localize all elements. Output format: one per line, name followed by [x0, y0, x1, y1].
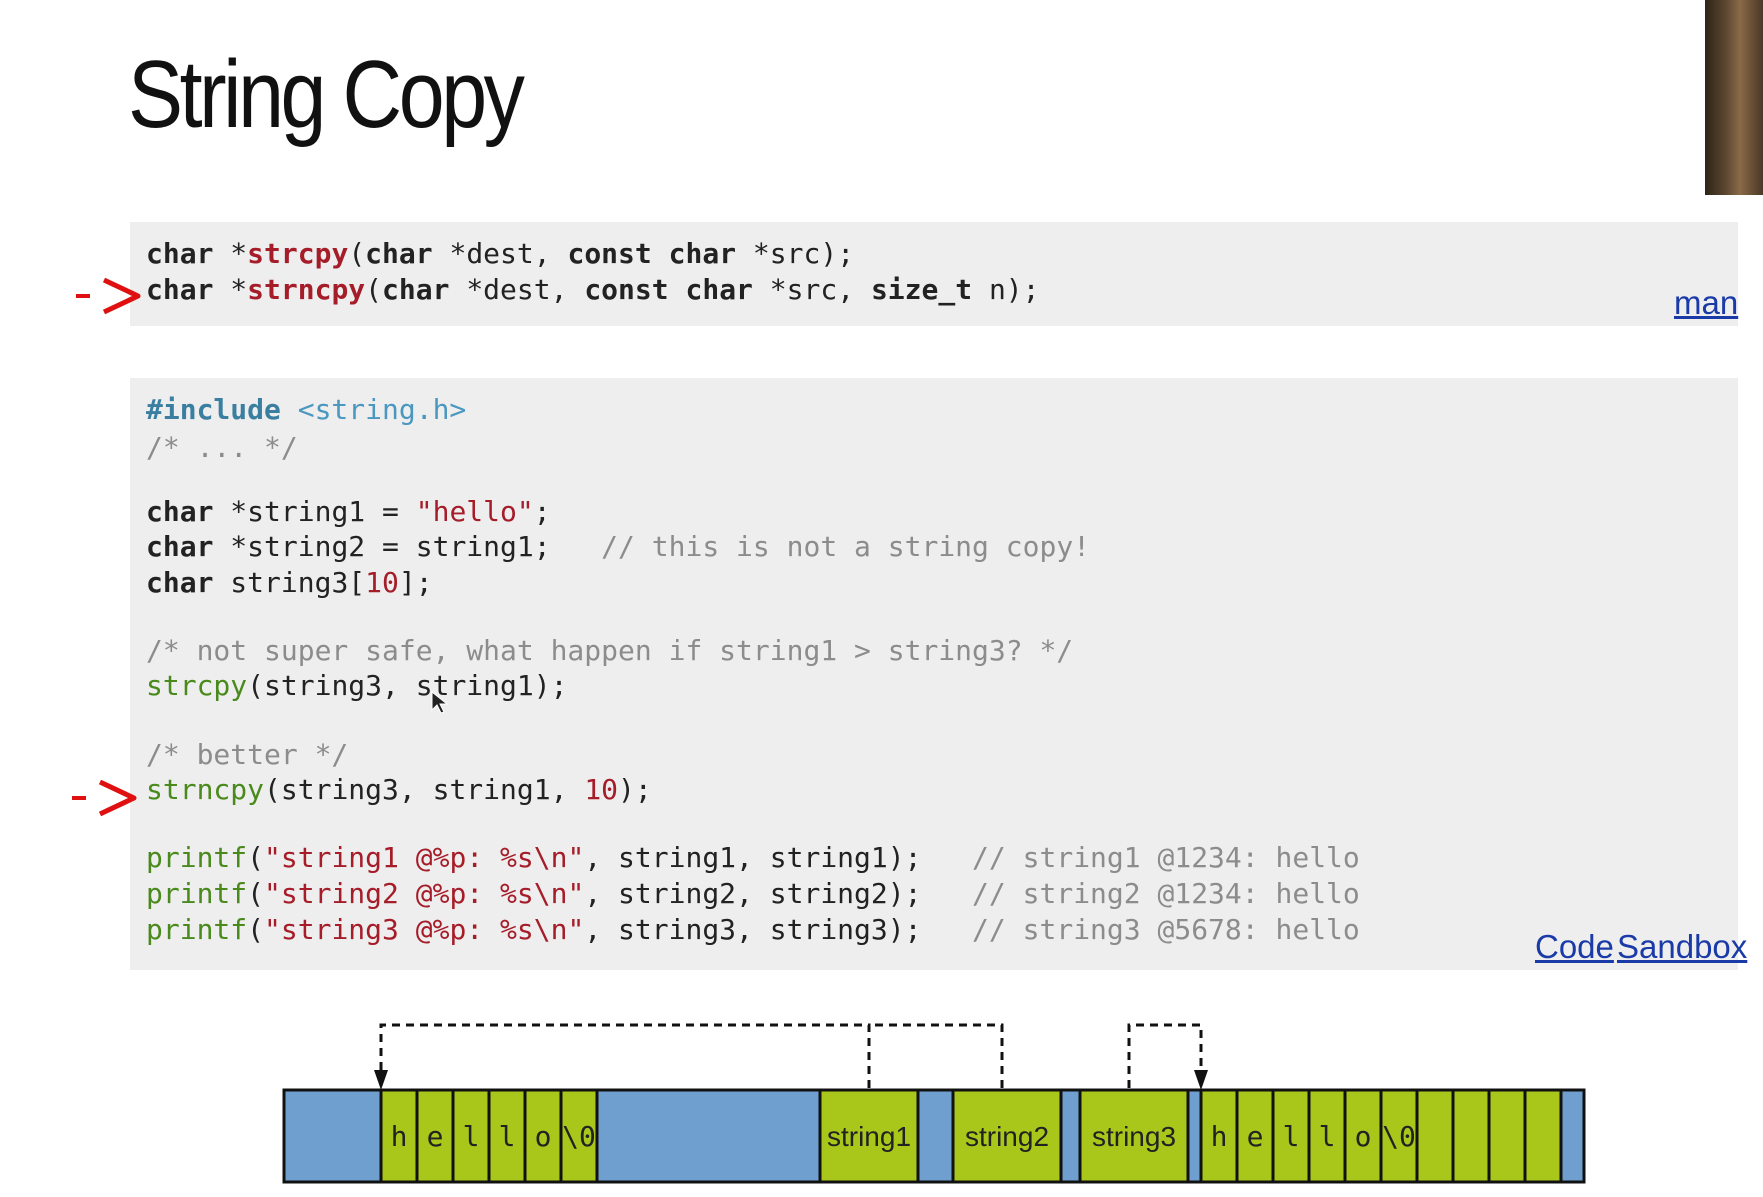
arrowhead-icon — [374, 1070, 388, 1090]
memory-cell-label: l — [1319, 1120, 1336, 1153]
memory-cell-label: e — [427, 1120, 444, 1153]
string1-pointer-arrow — [379, 1023, 871, 1088]
memory-cell-label: l — [1283, 1120, 1300, 1153]
arrowhead-icon — [1194, 1070, 1208, 1090]
memory-cell-label: o — [535, 1120, 552, 1153]
memory-cell-label: e — [1247, 1120, 1264, 1153]
memory-cell-label: l — [499, 1120, 516, 1153]
string3-pointer-arrow — [1127, 1023, 1203, 1088]
memory-cell-label: h — [391, 1120, 408, 1153]
memory-cell-label: \0 — [562, 1120, 596, 1153]
memory-cell-label: o — [1355, 1120, 1372, 1153]
memory-cell-label: l — [463, 1120, 480, 1153]
memory-cell-empty — [1487, 1088, 1527, 1184]
pointer-cell-string3-label: string3 — [1092, 1121, 1176, 1152]
pointer-cell-string1-label: string1 — [827, 1121, 911, 1152]
pointer-cell-string2-label: string2 — [965, 1121, 1049, 1152]
memory-cell-empty — [1415, 1088, 1455, 1184]
memory-cell-empty — [1451, 1088, 1491, 1184]
string2-pointer-arrow — [869, 1023, 1004, 1088]
memory-cell-empty — [1523, 1088, 1563, 1184]
memory-cell-label: h — [1211, 1120, 1228, 1153]
memory-diagram: h e l l o \0 string1 string2 string3 h e l l o \0 — [282, 1023, 1586, 1184]
memory-cell-label: \0 — [1382, 1120, 1416, 1153]
